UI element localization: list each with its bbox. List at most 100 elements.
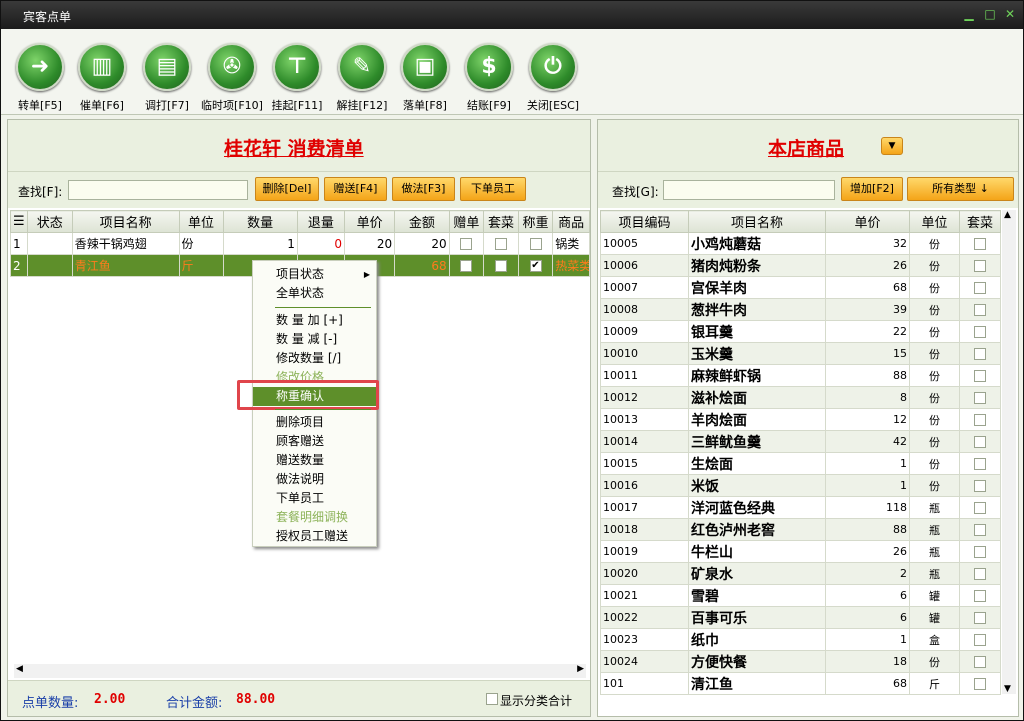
- product-row[interactable]: 10020 矿泉水 2 瓶: [600, 562, 1001, 585]
- column-header[interactable]: 单位: [178, 210, 224, 233]
- weigh-checkbox[interactable]: [529, 238, 542, 250]
- column-header[interactable]: 单价: [825, 210, 910, 233]
- menu-item-order-staff[interactable]: 下单员工: [253, 489, 376, 508]
- column-header[interactable]: 套菜: [959, 210, 1001, 233]
- set-checkbox[interactable]: [974, 413, 986, 426]
- minimize-icon[interactable]: ▁: [963, 8, 975, 20]
- product-row[interactable]: 10010 玉米羹 15 份: [600, 342, 1001, 365]
- set-checkbox[interactable]: [974, 259, 986, 272]
- scroll-right-icon[interactable]: ▶: [577, 664, 584, 674]
- set-checkbox[interactable]: [974, 479, 986, 492]
- menu-item-item-status[interactable]: 项目状态 ▶: [253, 265, 376, 284]
- unhold-button[interactable]: ✎ 解挂[F12]: [331, 37, 393, 113]
- delete-button[interactable]: 删除[Del]: [255, 177, 319, 201]
- product-row[interactable]: 10021 雪碧 6 罐: [600, 584, 1001, 607]
- product-row[interactable]: 10007 宫保羊肉 68 份: [600, 276, 1001, 299]
- set-checkbox[interactable]: [974, 523, 986, 536]
- set-checkbox[interactable]: [974, 303, 986, 316]
- set-checkbox[interactable]: [974, 567, 986, 580]
- scroll-up-icon[interactable]: ▲: [1004, 210, 1011, 220]
- product-row[interactable]: 10016 米饭 1 份: [600, 474, 1001, 497]
- set-checkbox[interactable]: [974, 501, 986, 514]
- menu-item-method-note[interactable]: 做法说明: [253, 470, 376, 489]
- set-checkbox[interactable]: [974, 325, 986, 338]
- collapse-dropdown-icon[interactable]: ▼: [881, 137, 903, 155]
- scroll-down-icon[interactable]: ▼: [1004, 684, 1011, 694]
- set-checkbox[interactable]: [974, 589, 986, 602]
- product-row[interactable]: 10011 麻辣鲜虾锅 88 份: [600, 364, 1001, 387]
- product-row[interactable]: 10009 银耳羹 22 份: [600, 320, 1001, 343]
- set-checkbox[interactable]: [494, 238, 507, 250]
- column-header[interactable]: 商品: [552, 210, 590, 233]
- checkout-button[interactable]: $ 结账[F9]: [458, 37, 520, 113]
- column-header[interactable]: 赠单: [448, 210, 485, 233]
- column-header[interactable]: 状态: [26, 210, 73, 233]
- column-header[interactable]: 项目编码: [600, 210, 689, 233]
- product-row[interactable]: 10006 猪肉炖粉条 26 份: [600, 254, 1001, 277]
- product-row[interactable]: 10008 葱拌牛肉 39 份: [600, 298, 1001, 321]
- method-button[interactable]: 做法[F3]: [392, 177, 455, 201]
- show-category-checkbox[interactable]: [486, 693, 498, 705]
- menu-item-customer-gift[interactable]: 顾客赠送: [253, 432, 376, 451]
- table-row[interactable]: 1 香辣干锅鸡翅 份 1 0 20 20 锅类: [10, 232, 590, 255]
- product-row[interactable]: 101 清江鱼 68 斤: [600, 672, 1001, 695]
- set-checkbox[interactable]: [974, 611, 986, 624]
- column-header[interactable]: 金额: [394, 210, 450, 233]
- set-checkbox[interactable]: [974, 677, 986, 690]
- menu-item-gift-qty[interactable]: 赠送数量: [253, 451, 376, 470]
- product-row[interactable]: 10023 纸巾 1 盒: [600, 628, 1001, 651]
- column-header[interactable]: 单价: [343, 210, 396, 233]
- gift-button[interactable]: 赠送[F4]: [324, 177, 387, 201]
- column-header[interactable]: 退量: [296, 210, 345, 233]
- search-input[interactable]: [68, 180, 248, 200]
- set-checkbox[interactable]: [974, 633, 986, 646]
- vertical-scrollbar[interactable]: ▲ ▼: [1002, 210, 1016, 694]
- set-checkbox[interactable]: [974, 369, 986, 382]
- weigh-checkbox-checked[interactable]: ✔: [529, 260, 542, 272]
- column-header[interactable]: ☰: [10, 210, 28, 233]
- column-header[interactable]: 项目名称: [688, 210, 826, 233]
- product-row[interactable]: 10024 方便快餐 18 份: [600, 650, 1001, 673]
- scroll-left-icon[interactable]: ◀: [16, 664, 23, 674]
- temp-item-button[interactable]: ✇ 临时项[F10]: [201, 37, 263, 113]
- close-button[interactable]: ⏻ 关闭[ESC]: [522, 37, 584, 113]
- set-checkbox[interactable]: [974, 457, 986, 470]
- set-checkbox[interactable]: [974, 347, 986, 360]
- gift-checkbox[interactable]: [460, 260, 473, 272]
- column-header[interactable]: 项目名称: [71, 210, 180, 233]
- column-header[interactable]: 套菜: [483, 210, 519, 233]
- column-header[interactable]: 单位: [909, 210, 960, 233]
- horizontal-scrollbar[interactable]: ◀ ▶: [14, 664, 586, 678]
- product-row[interactable]: 10018 红色泸州老窖 88 瓶: [600, 518, 1001, 541]
- menu-item-qty-plus[interactable]: 数 量 加 [+]: [253, 311, 376, 330]
- product-row[interactable]: 10022 百事可乐 6 罐: [600, 606, 1001, 629]
- set-checkbox[interactable]: [974, 545, 986, 558]
- order-staff-button[interactable]: 下单员工: [460, 177, 526, 201]
- hold-button[interactable]: ⊤ 挂起[F11]: [266, 37, 328, 113]
- menu-item-edit-qty[interactable]: 修改数量 [/]: [253, 349, 376, 368]
- set-checkbox[interactable]: [974, 281, 986, 294]
- product-row[interactable]: 10017 洋河蓝色经典 118 瓶: [600, 496, 1001, 519]
- reprint-button[interactable]: ▤ 调打[F7]: [136, 37, 198, 113]
- column-header[interactable]: 称重: [517, 210, 554, 233]
- menu-item-qty-minus[interactable]: 数 量 减 [-]: [253, 330, 376, 349]
- place-order-button[interactable]: ▣ 落单[F8]: [394, 37, 456, 113]
- product-row[interactable]: 10013 羊肉烩面 12 份: [600, 408, 1001, 431]
- product-row[interactable]: 10015 生烩面 1 份: [600, 452, 1001, 475]
- close-icon[interactable]: ✕: [1004, 8, 1016, 20]
- column-header[interactable]: 数量: [222, 210, 298, 233]
- menu-item-auth-gift[interactable]: 授权员工赠送: [253, 527, 376, 546]
- set-checkbox[interactable]: [494, 260, 507, 272]
- add-item-button[interactable]: 增加[F2]: [841, 177, 903, 201]
- type-filter-dropdown[interactable]: 所有类型 ↓: [907, 177, 1014, 201]
- product-row[interactable]: 10012 滋补烩面 8 份: [600, 386, 1001, 409]
- gift-checkbox[interactable]: [460, 238, 473, 250]
- urge-button[interactable]: ▥ 催单[F6]: [71, 37, 133, 113]
- set-checkbox[interactable]: [974, 391, 986, 404]
- menu-item-delete[interactable]: 删除项目: [253, 413, 376, 432]
- set-checkbox[interactable]: [974, 435, 986, 448]
- product-row[interactable]: 10019 牛栏山 26 瓶: [600, 540, 1001, 563]
- set-checkbox[interactable]: [974, 655, 986, 668]
- maximize-icon[interactable]: □: [984, 8, 996, 20]
- product-row[interactable]: 10014 三鲜鱿鱼羹 42 份: [600, 430, 1001, 453]
